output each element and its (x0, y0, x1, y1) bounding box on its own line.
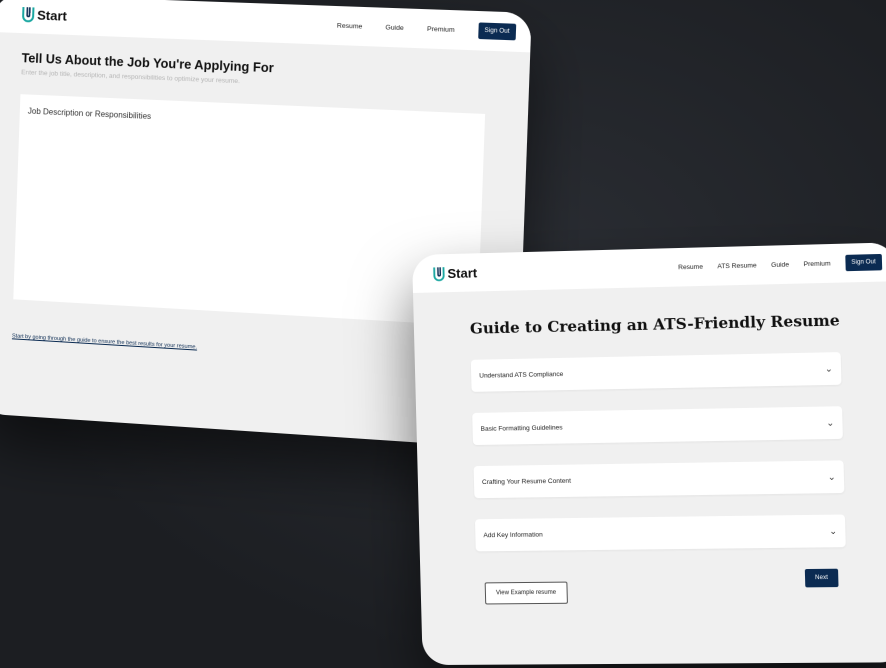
nav-link-premium[interactable]: Premium (427, 25, 455, 33)
nav-link-resume[interactable]: Resume (678, 263, 703, 271)
sign-out-button[interactable]: Sign Out (477, 22, 517, 41)
nav-link-guide[interactable]: Guide (385, 24, 404, 32)
sign-out-button[interactable]: Sign Out (844, 253, 883, 272)
accordion-label: Crafting Your Resume Content (481, 477, 572, 486)
accordion-label: Add Key Information (483, 530, 543, 539)
job-description-placeholder: Job Description or Responsibilities (27, 106, 152, 121)
logo-text: Start (36, 7, 68, 24)
logo[interactable]: Start (21, 6, 67, 24)
nav-link-ats-resume[interactable]: ATS Resume (717, 262, 757, 270)
logo-text: Start (447, 264, 478, 281)
nav-link-guide[interactable]: Guide (771, 261, 789, 269)
nav-link-premium[interactable]: Premium (803, 260, 830, 268)
nav-links: Resume ATS Resume Guide Premium Sign Out (678, 253, 883, 275)
nav-link-resume[interactable]: Resume (337, 22, 363, 30)
accordion-formatting-guidelines[interactable]: Basic Formatting Guidelines ⌄ (472, 406, 843, 446)
guide-footer: View Example resume Next (476, 568, 847, 605)
guide-title: Guide to Creating an ATS-Friendly Resume (469, 311, 840, 338)
guide-screen: Start Resume ATS Resume Guide Premium Si… (412, 242, 886, 666)
accordion-resume-content[interactable]: Crafting Your Resume Content ⌄ (473, 460, 845, 499)
next-button[interactable]: Next (804, 568, 839, 588)
accordion-ats-compliance[interactable]: Understand ATS Compliance ⌄ (470, 352, 842, 392)
logo-mark-icon (432, 266, 444, 281)
chevron-down-icon[interactable]: ⌄ (829, 525, 837, 536)
guide-body: Guide to Creating an ATS-Friendly Resume… (413, 281, 886, 605)
nav-links: Resume Guide Premium Sign Out (337, 17, 517, 41)
accordion-key-information[interactable]: Add Key Information ⌄ (474, 514, 846, 552)
accordion-label: Basic Formatting Guidelines (480, 423, 563, 433)
logo-mark-icon (22, 7, 35, 23)
accordion-label: Understand ATS Compliance (479, 370, 564, 380)
chevron-down-icon[interactable]: ⌄ (828, 471, 836, 482)
chevron-down-icon[interactable]: ⌄ (825, 363, 833, 374)
guide-link[interactable]: Start by going through the guide to ensu… (12, 333, 197, 350)
logo[interactable]: Start (432, 265, 477, 281)
chevron-down-icon[interactable]: ⌄ (826, 417, 834, 428)
view-example-button[interactable]: View Example resume (484, 581, 568, 605)
